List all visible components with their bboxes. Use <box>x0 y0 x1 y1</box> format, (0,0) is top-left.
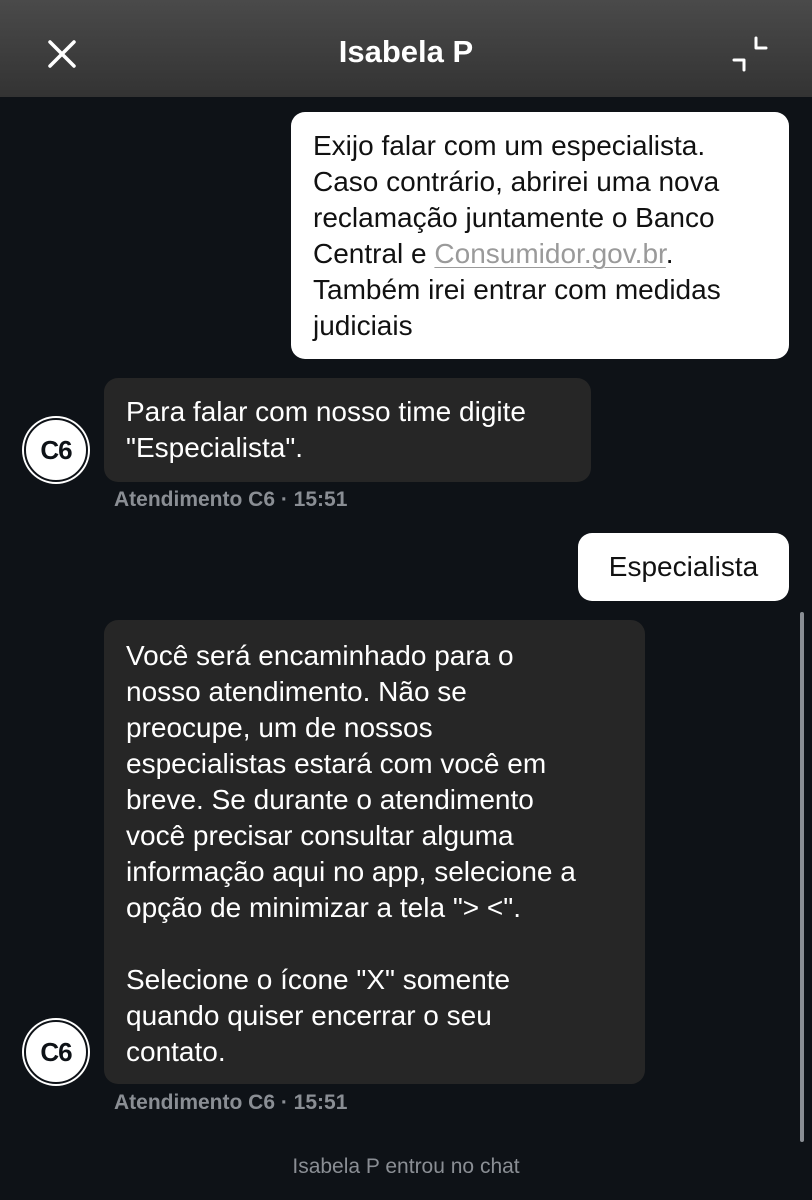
message-meta: Atendimento C6 · 15:51 <box>114 488 348 511</box>
message-meta: Atendimento C6 · 15:51 <box>114 1091 348 1114</box>
avatar-label: C6 <box>40 434 72 465</box>
message-line: contato. <box>126 1036 226 1067</box>
message-line: informação aqui no app, selecione a <box>126 856 576 887</box>
message-line: judiciais <box>313 310 413 341</box>
avatar-label: C6 <box>40 1036 72 1067</box>
system-message: Isabela P entrou no chat <box>292 1155 520 1178</box>
message-line: breve. Se durante o atendimento <box>126 784 534 815</box>
incoming-message: Você será encaminhado para o nosso atend… <box>104 620 645 1084</box>
consumidor-link[interactable]: Consumidor.gov.br <box>434 238 665 269</box>
message-line: opção de minimizar a tela "> <". <box>126 892 521 923</box>
message-line: reclamação juntamente o Banco <box>313 202 715 233</box>
chat-title: Isabela P <box>338 34 474 69</box>
message-line: Você será encaminhado para o <box>126 640 514 671</box>
outgoing-message: Especialista <box>578 533 789 601</box>
minimize-button[interactable] <box>726 32 774 80</box>
chat-header: Isabela P <box>0 0 812 97</box>
message-line: Selecione o ícone "X" somente <box>126 964 511 995</box>
message-line: especialistas estará com você em <box>126 748 547 779</box>
message-line: quando quiser encerrar o seu <box>126 1000 492 1031</box>
avatar: C6 <box>24 1020 88 1084</box>
message-line: Também irei entrar com medidas <box>313 274 721 305</box>
outgoing-message: Exijo falar com um especialista. Caso co… <box>291 112 789 359</box>
message-text: Central e <box>313 238 435 269</box>
minimize-icon <box>732 36 768 72</box>
message-line: preocupe, um de nossos <box>126 712 433 743</box>
message-line: você precisar consultar alguma <box>126 820 514 851</box>
message-text: . <box>665 238 674 269</box>
message-line: nosso atendimento. Não se <box>126 676 467 707</box>
message-line: Central e Consumidor.gov.br. <box>313 236 769 272</box>
message-line: Especialista <box>608 551 759 582</box>
incoming-message: Para falar com nosso time digite "Especi… <box>104 378 591 482</box>
message-line: Exijo falar com um especialista. <box>313 130 706 161</box>
avatar: C6 <box>24 418 88 482</box>
chat-screen: Isabela P Exijo falar com um especialist… <box>0 0 812 1200</box>
scrollbar[interactable] <box>800 612 804 1142</box>
message-line: Caso contrário, abrirei uma nova <box>313 166 720 197</box>
message-line: "Especialista". <box>126 432 304 463</box>
message-line: Para falar com nosso time digite <box>126 396 526 427</box>
